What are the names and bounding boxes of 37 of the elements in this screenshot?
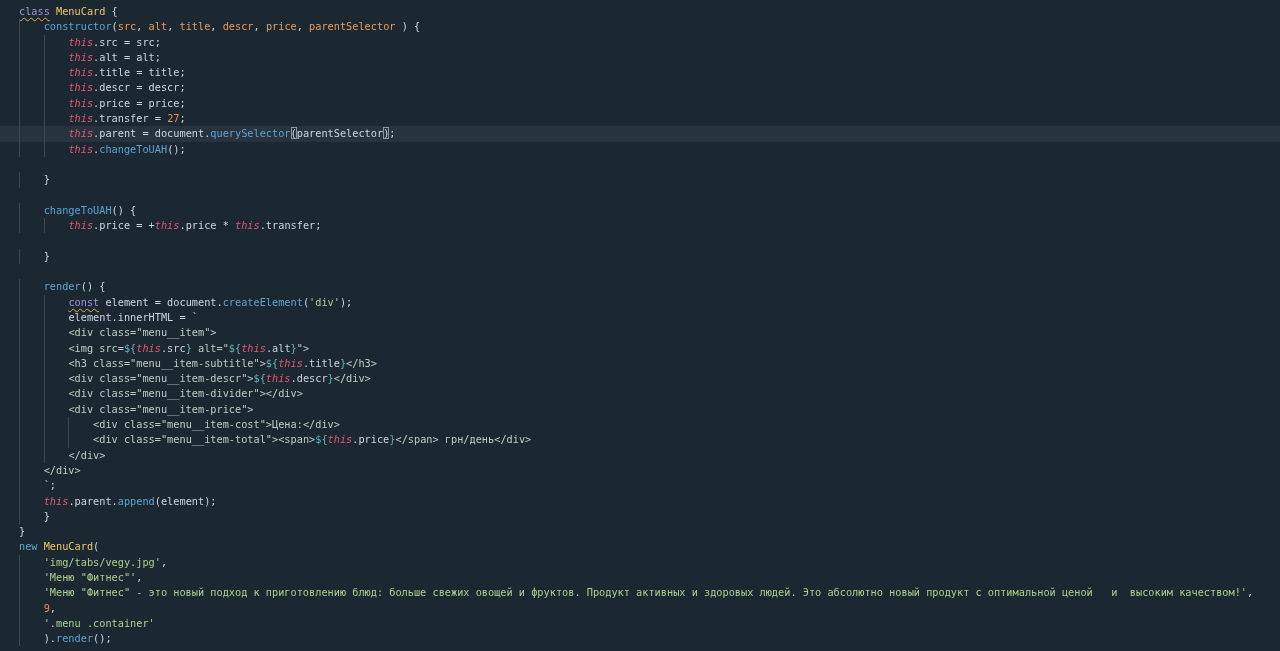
code-line: this.descr = descr; [0, 80, 1280, 96]
code-line: 'Меню "Фитнес"', [0, 570, 1280, 586]
code-line: this.transfer = 27; [0, 111, 1280, 127]
code-line: <h3 class="menu__item-subtitle">${this.title}</h3> [0, 355, 1280, 372]
code-line: <div class="menu__item-descr">${this.descr}</div> [0, 371, 1280, 387]
code-line: this.price = +this.price * this.transfer; [0, 218, 1280, 234]
code-line: this.changeToUAH(); [0, 141, 1280, 157]
code-line: 'img/tabs/vegy.jpg', [0, 554, 1280, 570]
code-line: </div> [0, 462, 1280, 479]
code-line: ).render(); [0, 631, 1280, 647]
code-line: 9, [0, 600, 1280, 616]
code-line: this.price = price; [0, 95, 1280, 112]
code-line: this.title = title; [0, 65, 1280, 81]
code-line: new MenuCard( [18, 539, 101, 555]
code-line: } [18, 524, 27, 540]
code-line: } [0, 248, 1280, 265]
code-line: const element = document.createElement('div'); [0, 294, 1280, 310]
code-line: render() { [0, 279, 1280, 295]
code-line: class MenuCard { [18, 4, 119, 19]
code-line: this.src = src; [0, 34, 1280, 50]
code-line: <div class="menu__item-price"> [0, 401, 1280, 417]
code-line: </div> [0, 447, 1280, 463]
code-line: this.parent.append(element); [0, 493, 1280, 509]
code-line: 'Меню "Фитнес" - это новый подход к приготовлению блюд: больше свежих овощей и фруктов. Продукт активных и здоровых людей. Это абсолютно новый продукт с оптимальной ценой и высоким качеством!', [0, 585, 1280, 601]
code-line: changeToUAH() { [0, 202, 1280, 219]
code-line: element.innerHTML = ` [0, 309, 1280, 326]
code-line: } [0, 508, 1280, 525]
code-line: <div class="menu__item-cost">Цена:</div> [0, 417, 1280, 433]
code-line: constructor(src, alt, title, descr, price, parentSelector ) { [0, 19, 1280, 35]
code-line: '.menu .container' [0, 615, 1280, 632]
code-line: } [0, 172, 1280, 188]
code-line: <div class="menu__item"> [0, 325, 1280, 341]
code-line: <div class="menu__item-divider"></div> [0, 386, 1280, 402]
code-line: <img src=${this.src} alt="${this.alt}"> [0, 340, 1280, 356]
code-line: `; [0, 478, 1280, 494]
code-line: this.alt = alt; [0, 49, 1280, 66]
code-line: <div class="menu__item-total"><span>${this.price}</span> грн/день</div> [0, 432, 1280, 448]
